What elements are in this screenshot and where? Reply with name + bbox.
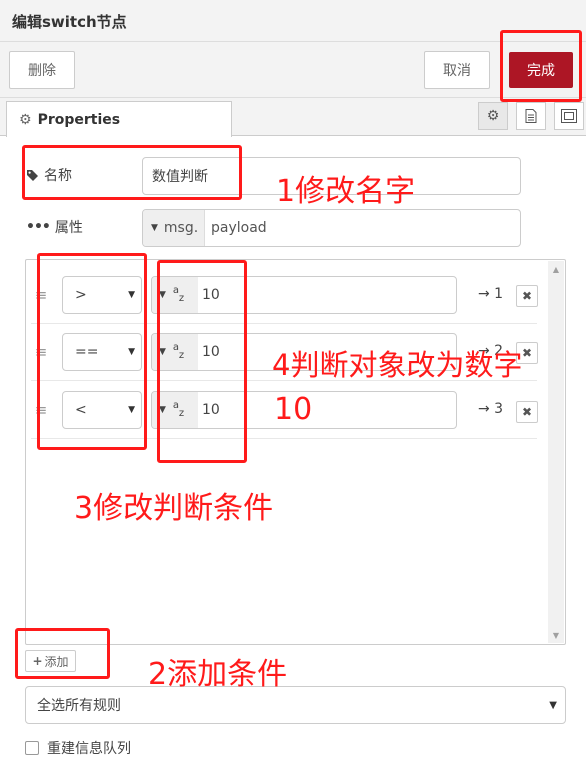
gear-icon: ⚙ <box>486 108 500 124</box>
rule-output-port: → 1 <box>478 286 504 302</box>
scroll-down-icon[interactable]: ▼ <box>548 628 564 642</box>
delete-button[interactable]: 删除 <box>9 51 75 89</box>
check-all-value: 全选所有规则 <box>37 698 121 714</box>
annotation-text-4-value: 10 <box>274 392 313 427</box>
annotation-box-operator <box>37 253 147 450</box>
property-type: msg. <box>163 220 199 236</box>
rules-scrollbar[interactable] <box>548 261 564 643</box>
remove-rule-button[interactable]: ✖ <box>516 401 538 423</box>
annotation-text-1: 1修改名字 <box>276 174 416 209</box>
gear-icon: ⚙ <box>19 111 32 128</box>
recreate-sequence-option[interactable]: 重建信息队列 <box>25 738 131 758</box>
property-label: ••• 属性 <box>26 216 83 238</box>
annotation-box-done <box>500 30 582 102</box>
annotation-text-3: 3修改判断条件 <box>74 491 274 526</box>
annotation-box-name <box>22 145 242 200</box>
tab-properties[interactable]: ⚙ Properties <box>6 101 232 137</box>
frame-icon <box>561 109 577 123</box>
check-all-select[interactable]: 全选所有规则 ▼ <box>25 686 566 724</box>
tab-properties-label: Properties <box>37 111 121 128</box>
dialog-toolbar <box>0 42 586 98</box>
scroll-up-icon[interactable]: ▲ <box>548 262 564 276</box>
property-label-text: 属性 <box>54 220 83 236</box>
annotation-text-2: 2添加条件 <box>148 657 288 692</box>
remove-rule-button[interactable]: ✖ <box>516 285 538 307</box>
caret-down-icon: ▼ <box>151 223 158 233</box>
dialog-title: 编辑switch节点 <box>12 13 127 31</box>
annotation-box-add <box>15 628 110 679</box>
annotation-box-value <box>157 260 247 463</box>
settings-tab-button[interactable]: ⚙ <box>478 102 508 130</box>
annotation-text-4: 4判断对象改为数字 <box>272 348 523 382</box>
appearance-tab-button[interactable] <box>554 102 584 130</box>
caret-down-icon: ▼ <box>549 699 557 711</box>
property-input[interactable]: ▼ msg. payload <box>142 209 521 247</box>
ellipsis-icon: ••• <box>26 219 51 235</box>
recreate-sequence-label: 重建信息队列 <box>47 741 131 757</box>
property-value: payload <box>211 220 267 236</box>
property-type-selector[interactable]: ▼ msg. <box>143 210 205 246</box>
description-tab-button[interactable] <box>516 102 546 130</box>
document-icon <box>525 109 537 123</box>
recreate-sequence-checkbox[interactable] <box>25 741 39 755</box>
cancel-button[interactable]: 取消 <box>424 51 490 89</box>
rule-output-port: → 3 <box>478 401 504 417</box>
